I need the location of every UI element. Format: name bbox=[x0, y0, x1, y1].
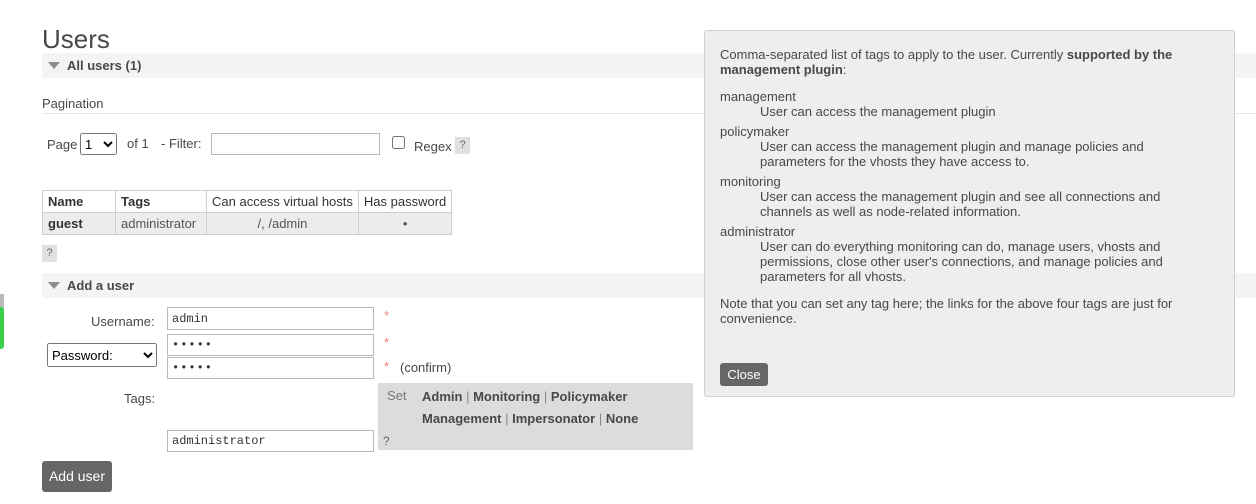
username-input[interactable] bbox=[167, 307, 374, 330]
tag-separator: | bbox=[505, 411, 509, 426]
tags-label: Tags: bbox=[124, 391, 156, 406]
page-of-label: of 1 bbox=[127, 136, 149, 151]
popup-close-button[interactable]: Close bbox=[720, 363, 768, 386]
username-required-mark: * bbox=[384, 308, 390, 323]
tags-help-button[interactable]: ? bbox=[383, 434, 390, 448]
user-tags-cell: administrator bbox=[115, 212, 207, 235]
all-users-title: All users (1) bbox=[67, 58, 142, 73]
regex-checkbox[interactable] bbox=[392, 136, 405, 149]
popup-desc-administrator-3: parameters for all vhosts. bbox=[760, 269, 906, 284]
collapse-triangle-icon bbox=[48, 62, 60, 69]
pagination-label: Pagination bbox=[42, 96, 104, 111]
tag-link-admin[interactable]: Admin bbox=[422, 389, 462, 404]
username-label: Username: bbox=[91, 314, 155, 329]
table-header-row: Name Tags Can access virtual hosts Has p… bbox=[42, 190, 453, 213]
popup-intro: Comma-separated list of tags to apply to… bbox=[720, 47, 1220, 77]
popup-desc-policymaker-2: parameters for the vhosts they have acce… bbox=[760, 154, 1030, 169]
collapse-triangle-icon bbox=[48, 282, 60, 289]
side-handle-green[interactable] bbox=[0, 307, 4, 349]
popup-note-line1: Note that you can set any tag here; the … bbox=[720, 296, 1173, 311]
tags-help-popup: Comma-separated list of tags to apply to… bbox=[704, 30, 1235, 397]
user-name-link[interactable]: guest bbox=[42, 212, 116, 235]
regex-help-button[interactable]: ? bbox=[455, 137, 470, 154]
add-user-title: Add a user bbox=[67, 278, 135, 293]
popup-term-policymaker: policymaker bbox=[720, 124, 790, 139]
popup-desc-administrator-1: User can do everything monitoring can do… bbox=[760, 239, 1161, 254]
user-vhosts-cell: /, /admin bbox=[206, 212, 359, 235]
popup-desc-monitoring-1: User can access the management plugin an… bbox=[760, 189, 1161, 204]
popup-intro-bold-2: management plugin bbox=[720, 62, 843, 77]
popup-term-management: management bbox=[720, 89, 796, 104]
popup-intro-bold: supported by the bbox=[1066, 47, 1173, 62]
password-required-mark: * bbox=[384, 335, 390, 350]
tags-input[interactable] bbox=[167, 430, 374, 452]
col-header-password: Has password bbox=[357, 190, 453, 213]
tag-separator: | bbox=[466, 389, 470, 404]
filter-input[interactable] bbox=[211, 133, 380, 155]
page-label: Page bbox=[47, 137, 78, 152]
user-password-cell: • bbox=[357, 212, 453, 235]
table-row[interactable]: guest administrator /, /admin • bbox=[42, 212, 453, 235]
regex-label: Regex bbox=[414, 139, 452, 154]
tag-link-monitoring[interactable]: Monitoring bbox=[473, 389, 540, 404]
add-user-button[interactable]: Add user bbox=[42, 461, 112, 492]
col-header-tags[interactable]: Tags bbox=[115, 190, 207, 213]
confirm-required-mark: * bbox=[384, 359, 390, 374]
tag-link-none[interactable]: None bbox=[606, 411, 639, 426]
users-table: Name Tags Can access virtual hosts Has p… bbox=[42, 190, 453, 235]
popup-desc-administrator-2: permissions, close other user's connecti… bbox=[760, 254, 1163, 269]
popup-desc-monitoring-2: channels as well as node-related informa… bbox=[760, 204, 1021, 219]
table-help-button[interactable]: ? bbox=[42, 245, 57, 262]
tag-link-impersonator[interactable]: Impersonator bbox=[512, 411, 595, 426]
password-type-select[interactable]: Password: bbox=[47, 343, 157, 367]
page-title: Users bbox=[42, 24, 110, 54]
tag-link-policymaker[interactable]: Policymaker bbox=[551, 389, 628, 404]
popup-term-monitoring: monitoring bbox=[720, 174, 781, 189]
popup-desc-policymaker-1: User can access the management plugin an… bbox=[760, 139, 1144, 154]
popup-intro-text: Comma-separated list of tags to apply to… bbox=[720, 47, 1067, 62]
password-confirm-input[interactable] bbox=[167, 357, 374, 379]
tag-link-management[interactable]: Management bbox=[422, 411, 501, 426]
tag-separator: | bbox=[543, 389, 548, 404]
tag-set-label: Set bbox=[387, 388, 407, 403]
popup-desc-management: User can access the management plugin bbox=[760, 104, 996, 119]
page-select[interactable]: 1 bbox=[80, 133, 117, 155]
password-input[interactable] bbox=[167, 334, 374, 356]
popup-intro-colon: : bbox=[842, 62, 847, 77]
popup-note-line2: convenience. bbox=[720, 311, 797, 326]
filter-label: - Filter: bbox=[161, 136, 202, 151]
tag-separator: | bbox=[598, 411, 603, 426]
popup-term-administrator: administrator bbox=[720, 224, 796, 239]
confirm-label: (confirm) bbox=[400, 360, 452, 375]
col-header-name[interactable]: Name bbox=[42, 190, 116, 213]
tag-shortcuts-panel: Set Admin | Monitoring | Policymaker Man… bbox=[378, 383, 693, 450]
col-header-vhosts: Can access virtual hosts bbox=[206, 190, 359, 213]
